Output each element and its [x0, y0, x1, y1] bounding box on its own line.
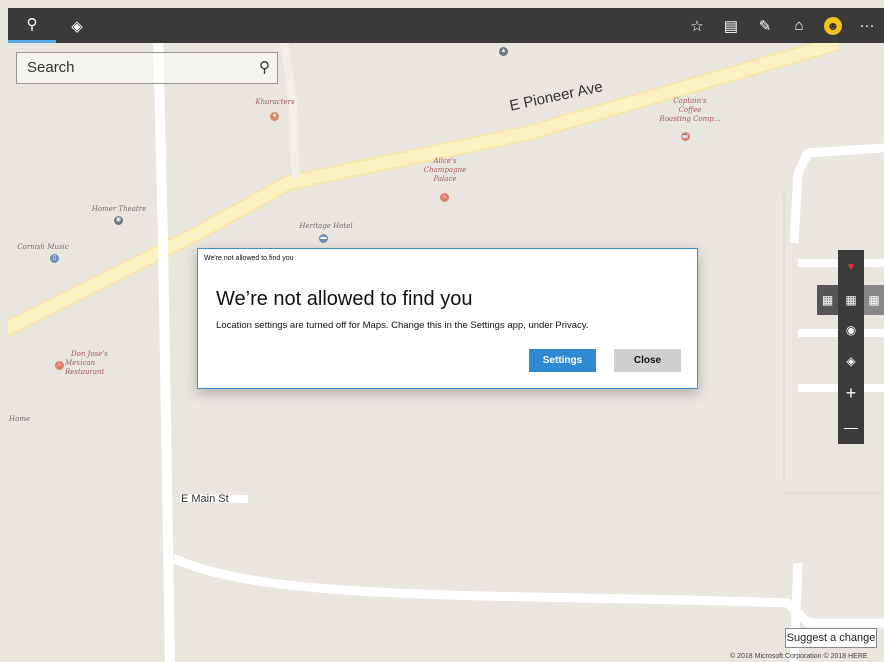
- restaurant-icon[interactable]: ♨: [55, 361, 64, 370]
- poi-label-line: Champagne: [423, 166, 467, 174]
- tilt-icon: ▦: [845, 293, 857, 307]
- traffic-icon: ▤: [723, 17, 739, 35]
- app-toolbar: ⚲ ◈ ☆ ▤ ✎ ⌂ ☻ ···: [8, 8, 884, 43]
- poi-label-home: Home: [9, 415, 31, 423]
- hotel-icon[interactable]: ▬: [319, 234, 328, 243]
- restaurant-icon[interactable]: ♨: [440, 193, 449, 202]
- maps-window: E Pioneer Ave E Main St Kharacters ♦ Cap…: [0, 0, 884, 662]
- tilt-button[interactable]: ▦: [838, 285, 864, 315]
- avatar-button[interactable]: ☻: [816, 8, 850, 43]
- poi-label-line: Mexican: [65, 359, 96, 367]
- cafe-icon[interactable]: ☕: [681, 132, 690, 141]
- poi-label-line: Coffee: [678, 106, 702, 114]
- copyright-text: © 2018 Microsoft Corporation © 2018 HERE: [730, 653, 868, 660]
- search-tab-button[interactable]: ⚲: [8, 8, 56, 43]
- tilt-icon: ▦: [868, 293, 880, 307]
- landmark-icon[interactable]: ▲: [499, 47, 508, 56]
- suggest-change-button[interactable]: Suggest a change: [785, 628, 877, 648]
- poi-label-line: Restaurant: [65, 368, 105, 376]
- dialog-title: We’re not allowed to find you: [216, 288, 473, 310]
- search-icon[interactable]: ⚲: [259, 58, 270, 76]
- theatre-icon[interactable]: ◉: [114, 216, 123, 225]
- more-icon: ···: [859, 17, 875, 34]
- poi-label-line: Don Jose's: [71, 350, 108, 358]
- favorites-icon: ☆: [690, 17, 704, 35]
- ink-icon: ✎: [758, 17, 772, 35]
- close-button[interactable]: Close: [614, 349, 681, 372]
- compass-button[interactable]: ▼: [838, 250, 864, 285]
- avatar: ☻: [824, 16, 842, 35]
- plus-icon: +: [845, 383, 857, 403]
- location-icon: ◉: [845, 322, 857, 337]
- tilt-up-button[interactable]: ▦: [864, 285, 884, 315]
- traffic-button[interactable]: ▤: [714, 8, 748, 43]
- my-location-button[interactable]: ◉: [838, 315, 864, 344]
- poi-label-homer-theatre: Homer Theatre: [91, 205, 147, 213]
- poi-label-alices: Alice's Champagne Palace: [415, 157, 475, 184]
- settings-button[interactable]: Settings: [529, 349, 596, 372]
- poi-label-captains: Captain's Coffee Roasting Comp...: [650, 97, 730, 124]
- dialog-message: Location settings are turned off for Map…: [216, 320, 589, 331]
- zoom-out-button[interactable]: —: [838, 410, 864, 444]
- dialog-caption: We're not allowed to find you: [204, 255, 294, 262]
- directions-tab-button[interactable]: ◈: [60, 8, 94, 43]
- poi-label-line: Captain's: [673, 97, 707, 105]
- search-icon: ⚲: [26, 16, 38, 33]
- more-button[interactable]: ···: [850, 8, 884, 43]
- 3d-cities-button[interactable]: ⌂: [782, 8, 816, 43]
- location-permission-dialog: We're not allowed to find you We’re not …: [197, 248, 698, 389]
- shop-icon[interactable]: ♦: [270, 112, 279, 121]
- poi-label-don-joses: Don Jose's Mexican Restaurant: [65, 350, 115, 377]
- poi-label-line: Palace: [433, 175, 457, 183]
- poi-label-heritage-hotel: Heritage Hotel: [299, 222, 353, 230]
- search-placeholder: Search: [27, 59, 75, 76]
- poi-label-line: Roasting Comp...: [659, 115, 721, 123]
- zoom-in-button[interactable]: +: [838, 377, 864, 410]
- 3d-cities-icon: ⌂: [794, 17, 804, 34]
- minus-icon: —: [844, 419, 858, 435]
- tilt-icon: ▦: [821, 293, 834, 307]
- compass-icon: ▼: [846, 262, 856, 273]
- street-label-main: E Main St: [181, 493, 229, 505]
- map-views-button[interactable]: ◈: [838, 344, 864, 377]
- poi-label-cornish-music: Cornish Music: [17, 243, 69, 251]
- favorites-button[interactable]: ☆: [680, 8, 714, 43]
- layers-icon: ◈: [846, 353, 856, 368]
- poi-label-kharacters: Kharacters: [255, 98, 295, 106]
- tilt-down-button[interactable]: ▦: [817, 285, 838, 315]
- store-icon[interactable]: ▯: [50, 254, 59, 263]
- poi-label-line: Alice's: [433, 157, 457, 165]
- search-input[interactable]: Search ⚲: [16, 52, 278, 84]
- directions-icon: ◈: [71, 17, 83, 35]
- ink-button[interactable]: ✎: [748, 8, 782, 43]
